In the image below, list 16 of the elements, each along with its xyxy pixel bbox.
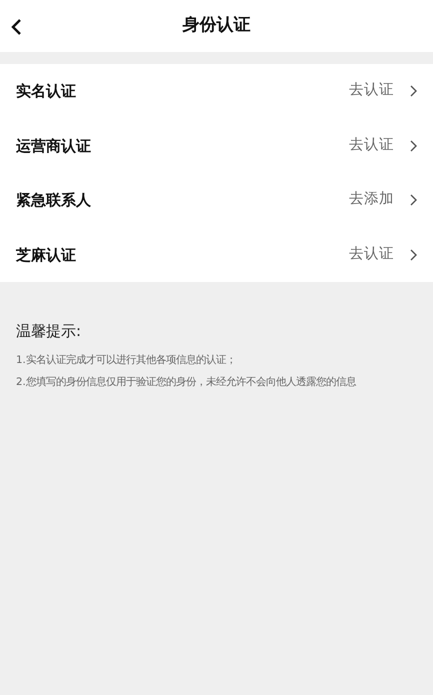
action-text: 去添加 bbox=[349, 190, 394, 210]
action-text: 去认证 bbox=[349, 244, 394, 264]
chevron-right-icon bbox=[410, 194, 417, 206]
tips-title: 温馨提示: bbox=[16, 321, 82, 342]
page-title: 身份认证 bbox=[182, 14, 250, 38]
item-label: 实名认证 bbox=[16, 81, 76, 102]
tip-text: 1.实名认证完成才可以进行其他各项信息的认证； bbox=[16, 352, 237, 368]
item-label: 芝麻认证 bbox=[16, 244, 76, 266]
item-label: 运营商认证 bbox=[16, 136, 91, 156]
action-text: 去认证 bbox=[349, 136, 394, 155]
action-text: 去认证 bbox=[349, 81, 394, 100]
chevron-right-icon bbox=[410, 140, 417, 152]
chevron-right-icon bbox=[410, 248, 417, 261]
chevron-right-icon bbox=[410, 85, 417, 98]
item-label: 紧急联系人 bbox=[16, 190, 91, 211]
tip-text: 2.您填写的身份信息仅用于验证您的身份，未经允许不会向他人透露您的信息 bbox=[16, 374, 357, 390]
